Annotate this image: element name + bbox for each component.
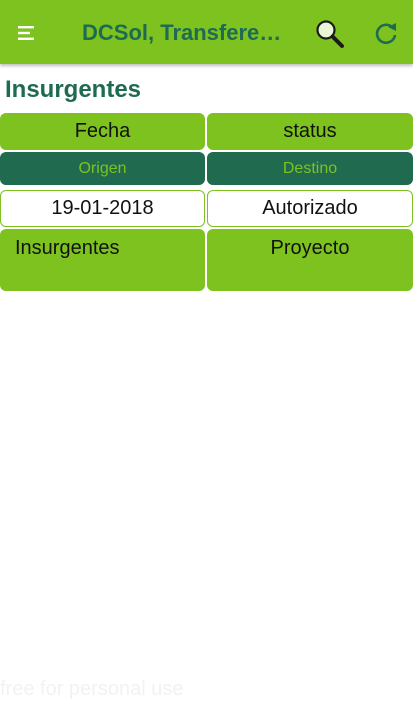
- header-origen: Origen: [0, 152, 205, 185]
- watermark: free for personal use: [0, 678, 184, 700]
- app-bar: DCSol, Transferencias: [0, 0, 413, 64]
- menu-icon: [18, 26, 34, 40]
- record-fecha[interactable]: 19-01-2018: [0, 190, 205, 227]
- header-fecha: Fecha: [0, 113, 205, 150]
- section-title: Insurgentes: [5, 76, 142, 103]
- refresh-icon: [375, 23, 397, 45]
- record-destino[interactable]: Proyecto: [207, 229, 413, 291]
- record-status[interactable]: Autorizado: [207, 190, 413, 227]
- app-title: DCSol, Transferencias: [82, 20, 292, 45]
- menu-button[interactable]: [12, 18, 42, 48]
- record-origen[interactable]: Insurgentes: [0, 229, 205, 291]
- search-button[interactable]: [314, 18, 346, 50]
- header-destino: Destino: [207, 152, 413, 185]
- refresh-button[interactable]: [372, 20, 400, 48]
- search-icon: [316, 20, 344, 48]
- header-status: status: [207, 113, 413, 150]
